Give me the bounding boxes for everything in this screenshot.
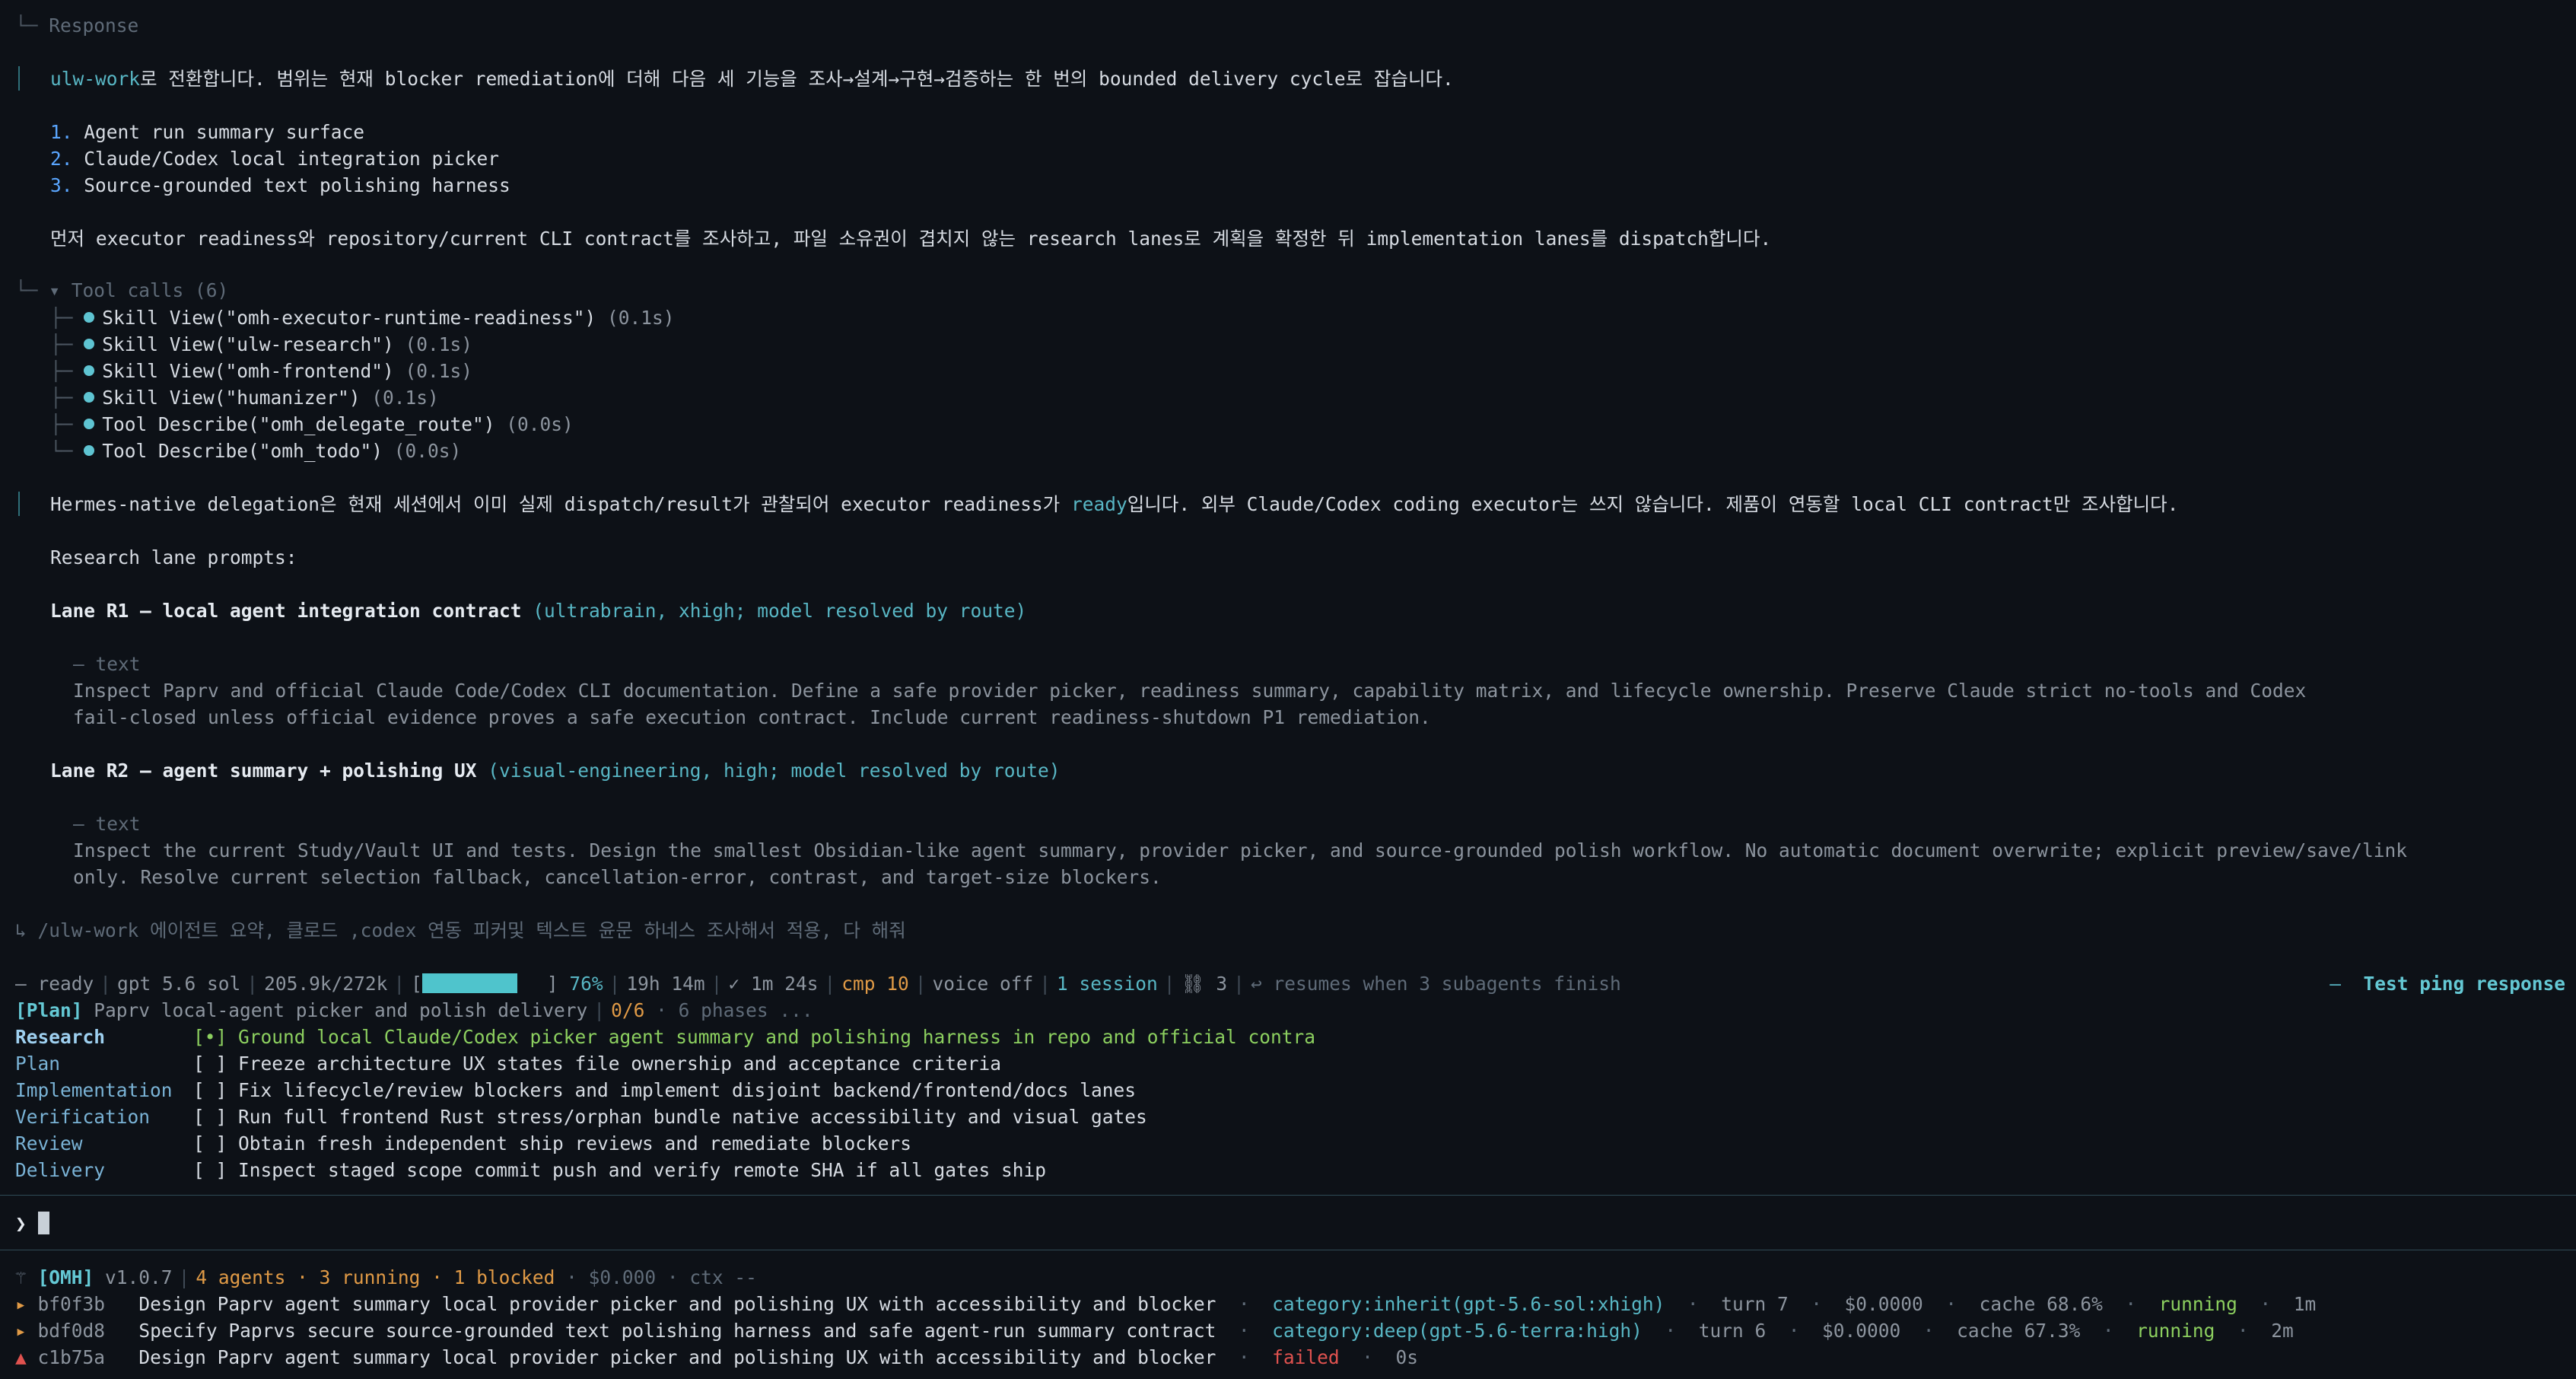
plan-row: Verification[ ] Run full frontend Rust s… (15, 1106, 1147, 1128)
tool-call-item[interactable]: └─ Tool Describe("omh_todo") (0.0s) (50, 438, 2576, 464)
agent-row[interactable]: ▸ bdf0d8 Specify Paprvs secure source-gr… (15, 1317, 2576, 1344)
prompt-chevron-icon: ❯ (15, 1212, 27, 1234)
ping-response: – Test ping response (2330, 973, 2565, 995)
prompt-input[interactable]: ❯ (15, 1210, 2576, 1237)
tool-call-item[interactable]: ├─ Skill View("ulw-research") (0.1s) (50, 331, 2576, 358)
running-marker-icon: ▸ (15, 1293, 27, 1315)
status-dot-icon (84, 392, 95, 403)
text-cursor (37, 1212, 49, 1234)
status-dot-icon (84, 312, 95, 323)
ready-status: – ready (15, 973, 94, 995)
voice-toggle[interactable]: voice off (933, 973, 1034, 995)
lane-title: Lane R1 — local agent integration contra… (50, 600, 1027, 622)
divider (0, 1195, 2576, 1196)
tool-call-item[interactable]: ├─ Tool Describe("omh_delegate_route") (… (50, 411, 2576, 438)
lane-body: only. Resolve current selection fallback… (73, 866, 1162, 888)
lane-kind: — text (73, 813, 141, 835)
running-marker-icon: ▸ (15, 1320, 27, 1342)
compaction-count: cmp 10 (841, 973, 909, 995)
tool-call-item[interactable]: ├─ Skill View("omh-frontend") (0.1s) (50, 358, 2576, 384)
mode-link[interactable]: ulw-work (50, 68, 140, 90)
plan-row: Research [•] Ground local Claude/Codex pi… (15, 1026, 1316, 1048)
resume-note: ↩ resumes when 3 subagents finish (1250, 973, 1621, 995)
context-percent: 76% (569, 973, 603, 995)
plan-row: Review[ ] Obtain fresh independent ship … (15, 1132, 912, 1154)
quote-bar (18, 492, 20, 516)
session-count[interactable]: 1 session (1057, 973, 1158, 995)
intro-line: ulw-work로 전환합니다. 범위는 현재 blocker remediat… (50, 68, 1454, 90)
model-name[interactable]: gpt 5.6 sol (117, 973, 240, 995)
status-dot-icon (84, 365, 95, 376)
warning-triangle-icon: ▲ (15, 1346, 27, 1368)
elapsed-time: 19h 14m (626, 973, 705, 995)
tool-call-item[interactable]: ├─ Skill View("omh-executor-runtime-read… (50, 304, 2576, 331)
status-dot-icon (84, 419, 95, 429)
plan-row: Plan[ ] Freeze architecture UX states fi… (15, 1053, 1002, 1075)
status-bar: – ready | gpt 5.6 sol | 205.9k/272k |[] 76% | 1… (15, 973, 1621, 995)
feature-item: 3. Source-grounded text polishing harnes… (50, 174, 510, 196)
lane-title: Lane R2 — agent summary + polishing UX (… (50, 760, 1061, 782)
tool-call-item[interactable]: ├─ Skill View("humanizer") (0.1s) (50, 384, 2576, 411)
feature-item: 1. Agent run summary surface (50, 121, 365, 143)
context-progress-bar (421, 973, 517, 993)
feature-item: 2. Claude/Codex local integration picker (50, 148, 500, 170)
quote-bar (18, 66, 20, 91)
response-header: └─ Response (15, 14, 139, 37)
lane-body: Inspect the current Study/Vault UI and t… (73, 839, 2408, 861)
lane-body: Inspect Paprv and official Claude Code/C… (73, 680, 2307, 702)
agent-row[interactable]: ▲ c1b75a Design Paprv agent summary loca… (15, 1344, 2576, 1371)
research-prompts-label: Research lane prompts: (50, 546, 297, 568)
plan-row: Implementation[ ] Fix lifecycle/review b… (15, 1079, 1137, 1101)
status-dot-icon (84, 445, 95, 456)
lane-body: fail-closed unless official evidence pro… (73, 706, 1431, 728)
token-count: 205.9k/272k (264, 973, 388, 995)
lane-kind: — text (73, 653, 141, 675)
plan-line: 먼저 executor readiness와 repository/curren… (50, 228, 1772, 250)
user-prompt-echo: ↳ /ulw-work 에이전트 요약, 클로드 ,codex 연동 피커및 텍… (15, 919, 906, 941)
hermes-line: Hermes-native delegation은 현재 세션에서 이미 실제 … (50, 493, 2179, 515)
plan-row: Delivery[ ] Inspect staged scope commit … (15, 1159, 1047, 1181)
plan-header: [Plan] Paprv local-agent picker and poli… (15, 999, 813, 1021)
omh-header: ⚚ [OMH] v1.0.7 | 4 agents · 3 running · 1 … (15, 1266, 757, 1288)
status-dot-icon (84, 339, 95, 349)
tool-calls-header[interactable]: └─ ▾ Tool calls (6) (15, 277, 2576, 304)
check-duration: ✓ 1m 24s (728, 973, 819, 995)
link-count: ⛓ 3 (1181, 973, 1228, 995)
agent-row[interactable]: ▸ bf0f3b Design Paprv agent summary loca… (15, 1291, 2576, 1317)
